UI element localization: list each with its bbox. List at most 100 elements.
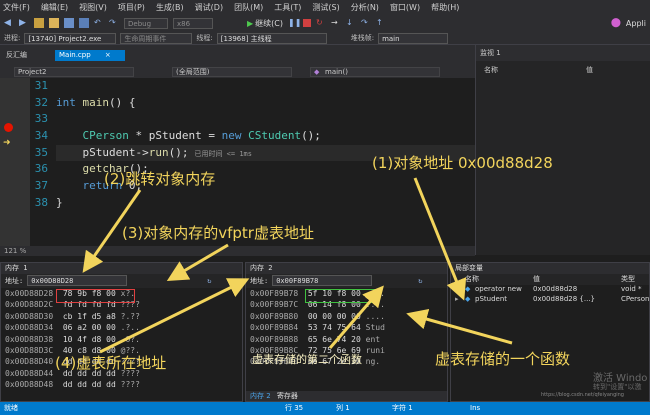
breakpoint-icon[interactable] [4, 123, 13, 132]
memory-row-chars: .?.. [120, 323, 140, 333]
annotation-first-function: 虚表存储的一个函数 [435, 350, 571, 368]
locals-title[interactable]: 局部变量 [451, 263, 649, 274]
app-label[interactable]: Appli [626, 19, 646, 28]
process-dropdown[interactable]: [13740] Project2.exe [24, 32, 117, 44]
memory-1-title[interactable]: 内存 1 [1, 263, 242, 274]
zoom-level[interactable]: 121 % [4, 247, 26, 255]
step-into-icon[interactable]: ↓ [346, 18, 356, 28]
menu-file[interactable]: 文件(F) [3, 2, 30, 13]
forward-icon[interactable]: ▶ [19, 18, 29, 28]
memory-panel-2: 内存 2 地址: 0x00F89B78 ↻ 0x00F89B78 5f 10 f… [245, 262, 448, 402]
back-icon[interactable]: ◀ [4, 18, 14, 28]
local-name: pStudent [475, 295, 507, 303]
locals-col-value: 值 [533, 275, 540, 283]
tab-registers[interactable]: 寄存器 [277, 392, 298, 400]
menu-tools[interactable]: 工具(T) [274, 2, 301, 13]
pause-icon[interactable]: ❚❚ [288, 18, 301, 28]
open-icon[interactable] [49, 18, 59, 28]
scope-dropdown[interactable]: (全局范围) [172, 67, 292, 77]
memory-row[interactable]: 0x00F89B84 53 74 75 64 Stud [246, 322, 447, 333]
restart-icon[interactable]: ↻ [316, 18, 326, 28]
locals-panel: 局部变量 名称 值 类型 ◆ operator new 0x00d88d28 v… [450, 262, 650, 402]
locals-col-type: 类型 [621, 275, 635, 283]
line-numbers: 31 32 33 34 35 36 37 38 [14, 78, 48, 212]
activate-windows-hint: 转到"设置"以激 [593, 383, 642, 391]
memory-row[interactable]: 0x00D88D34 06 a2 00 00 .?.. [1, 322, 242, 333]
save-all-icon[interactable] [79, 18, 89, 28]
source-url: https://blog.csdn.net/qfeiyanging [541, 392, 624, 398]
memory-row[interactable]: 0x00F89B80 00 00 00 00 .... [246, 311, 447, 322]
undo-icon[interactable]: ↶ [94, 18, 104, 28]
memory-row-address: 0x00F89B80 [250, 311, 299, 321]
lifecycle-dropdown[interactable]: 生命周期事件 [120, 32, 193, 44]
save-icon[interactable] [64, 18, 74, 28]
memory-row-chars: .O?. [120, 334, 140, 344]
step-out-icon[interactable]: ↑ [376, 18, 386, 28]
menu-build[interactable]: 生成(B) [156, 2, 184, 13]
menu-project[interactable]: 项目(P) [118, 2, 145, 13]
stack-frame-dropdown[interactable]: main [378, 32, 449, 44]
memory-2-title[interactable]: 内存 2 [246, 263, 447, 274]
menu-view[interactable]: 视图(V) [79, 2, 107, 13]
memory-row-address: 0x00D88D2C [5, 300, 54, 310]
close-icon[interactable]: × [105, 51, 111, 59]
memory-row-address: 0x00F89B78 [250, 289, 299, 298]
tab-main-cpp[interactable]: Main.cpp × [55, 50, 125, 61]
thread-label: 线程: [196, 34, 213, 42]
locals-row[interactable]: ▸ ◆ pStudent 0x00d88d28 {...} CPerson [451, 295, 649, 305]
memory-row-chars: ?.?? [120, 311, 140, 321]
line-number: 32 [34, 95, 48, 109]
menu-test[interactable]: 测试(S) [312, 2, 339, 13]
menu-edit[interactable]: 编辑(E) [41, 2, 68, 13]
local-type: CPerson [621, 295, 650, 303]
show-next-statement-icon[interactable]: → [331, 18, 341, 28]
live-share-icon[interactable]: ⬤ [611, 18, 621, 28]
current-statement-arrow-icon: ➜ [3, 138, 11, 148]
memory-row-bytes: 06 a2 00 00 [62, 323, 116, 333]
stop-icon[interactable] [302, 19, 311, 27]
memory-row[interactable]: 0x00F89B88 65 6e 74 20 ent [246, 334, 447, 345]
thread-dropdown[interactable]: [13968] 主线程 [216, 32, 327, 44]
debug-location-bar: 进程: [13740] Project2.exe 生命周期事件 线程: [139… [0, 32, 650, 45]
stack-frame-label: 堆栈帧: [350, 34, 375, 42]
watch-title[interactable]: 监视 1 [476, 45, 650, 61]
new-project-icon[interactable] [34, 18, 44, 28]
object-memory-highlight [56, 289, 135, 303]
tab-disassembly[interactable]: 反汇编 [2, 50, 31, 61]
redo-icon[interactable]: ↷ [109, 18, 119, 28]
refresh-icon[interactable]: ↻ [418, 274, 422, 288]
memory-2-address-input[interactable]: 0x00F89B78 [272, 275, 373, 286]
code-navigation-bar: Project2 (全局范围) ◆ main() [0, 66, 475, 78]
menu-team[interactable]: 团队(M) [234, 2, 263, 13]
continue-button[interactable]: ▶ 继续(C) [247, 18, 283, 29]
line-number: 33 [34, 112, 48, 126]
annotation-jump-memory: (2)跳转对象内存 [104, 170, 216, 188]
memory-row[interactable]: 0x00D88D48 dd dd dd dd ???? [1, 379, 242, 390]
memory-row[interactable]: 0x00D88D30 cb 1f d5 a8 ?.?? [1, 311, 242, 322]
step-over-icon[interactable]: ↷ [361, 18, 371, 28]
menu-window[interactable]: 窗口(W) [390, 2, 420, 13]
menu-analyze[interactable]: 分析(N) [351, 2, 379, 13]
expand-icon[interactable]: ▸ [455, 295, 459, 303]
refresh-icon[interactable]: ↻ [207, 274, 211, 288]
project-dropdown[interactable]: Project2 [14, 67, 134, 77]
status-bar: 就绪 行 35 列 1 字符 1 Ins [0, 402, 650, 415]
local-icon: ◆ [465, 285, 471, 293]
locals-row[interactable]: ◆ operator new 0x00d88d28 void * [451, 285, 649, 295]
line-number: 31 [34, 79, 48, 92]
continue-label: 继续(C) [255, 18, 283, 28]
menu-help[interactable]: 帮助(H) [431, 2, 459, 13]
memory-row-bytes: 53 74 75 64 [307, 323, 361, 333]
tab-memory-2[interactable]: 内存 2 [250, 392, 271, 400]
local-type: void * [621, 285, 642, 293]
status-ins: Ins [470, 404, 481, 412]
function-dropdown[interactable]: ◆ main() [310, 67, 440, 77]
config-dropdown[interactable]: Debug [124, 17, 168, 29]
tab-main-cpp-label: Main.cpp [59, 51, 91, 59]
code-line-34: CPerson * pStudent = new CStudent(); [82, 129, 321, 143]
menu-debug[interactable]: 调试(D) [195, 2, 223, 13]
memory-row[interactable]: 0x00D88D38 10 4f d8 00 .O?. [1, 334, 242, 345]
platform-dropdown[interactable]: x86 [173, 17, 213, 29]
memory-1-address-input[interactable]: 0x00D88D28 [27, 275, 128, 286]
vtable-memory-highlight [305, 289, 377, 303]
